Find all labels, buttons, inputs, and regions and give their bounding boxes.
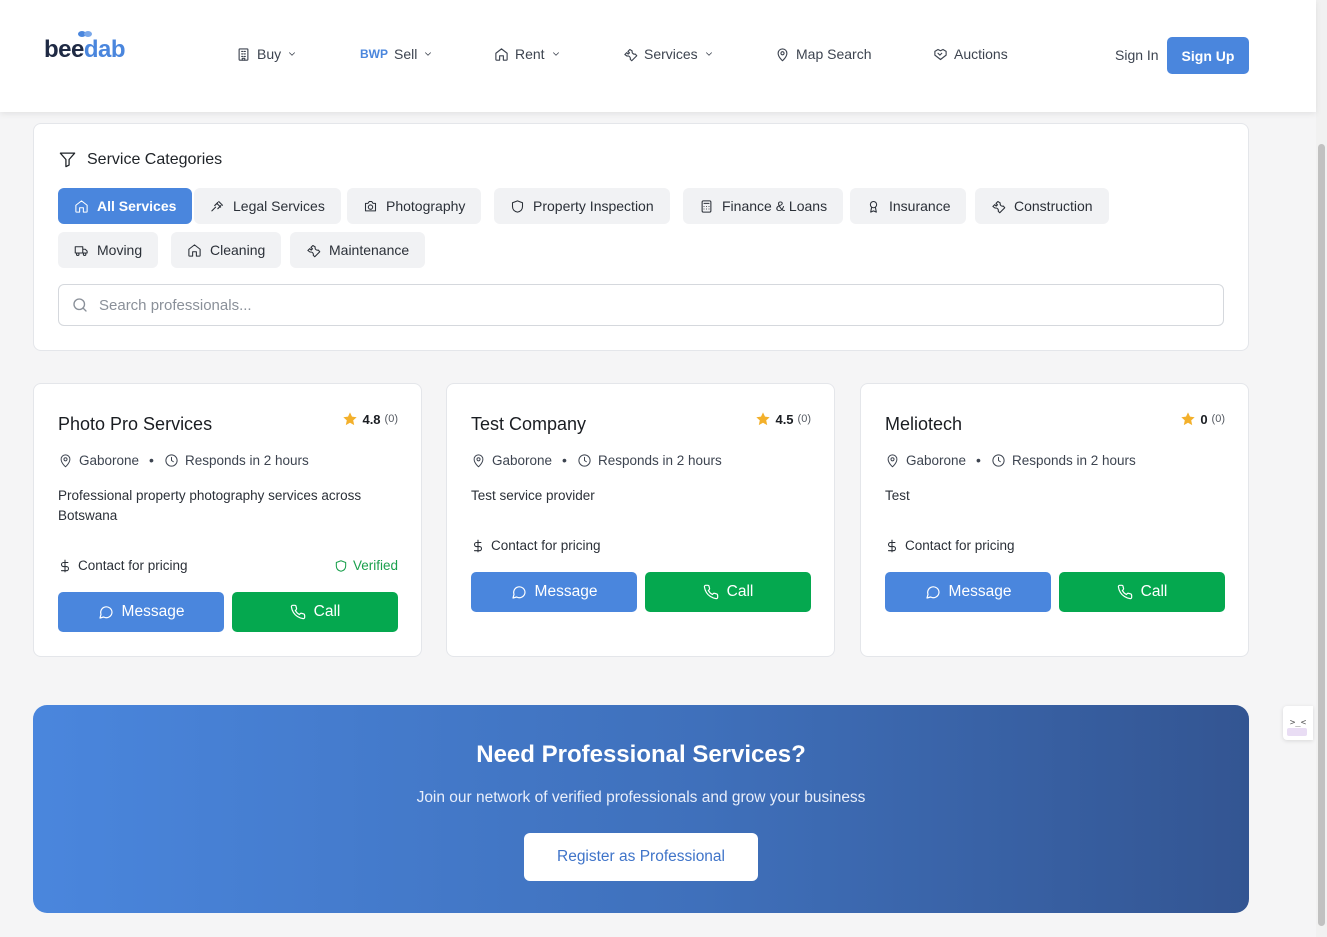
cta-title: Need Professional Services? (476, 741, 806, 768)
nav-sell[interactable]: BWP Sell (360, 46, 433, 62)
bee-wing-icon (78, 31, 92, 37)
currency-badge: BWP (360, 47, 388, 61)
clock-icon (992, 453, 1005, 467)
provider-description: Test (885, 488, 910, 503)
category-maintenance[interactable]: Maintenance (290, 232, 426, 268)
clock-icon (165, 453, 178, 467)
provider-meta: Gaborone • Responds in 2 hours (58, 452, 309, 468)
provider-pricing: Contact for pricing (885, 538, 1015, 553)
provider-description: Test service provider (471, 488, 595, 503)
shield-icon (511, 199, 524, 213)
phone-icon (1117, 584, 1132, 600)
dollar-icon (60, 559, 70, 572)
category-legal-services[interactable]: Legal Services (194, 188, 341, 224)
star-icon (1181, 412, 1195, 426)
category-finance-loans[interactable]: Finance & Loans (683, 188, 844, 224)
category-photography[interactable]: Photography (347, 188, 482, 224)
provider-meta: Gaborone • Responds in 2 hours (471, 452, 722, 468)
provider-name[interactable]: Photo Pro Services (58, 414, 212, 435)
chevron-down-icon (705, 52, 712, 56)
scrollbar-thumb[interactable] (1318, 144, 1325, 926)
category-property-inspection[interactable]: Property Inspection (494, 188, 670, 224)
wrench-icon (307, 244, 321, 257)
dollar-icon (473, 539, 483, 552)
category-all-services[interactable]: All Services (58, 188, 193, 224)
professional-cta-banner: Need Professional Services? Join our net… (33, 705, 1249, 913)
home-icon (495, 47, 508, 61)
provider-name[interactable]: Test Company (471, 414, 586, 435)
provider-card: Meliotech 0 (0) Gaborone • Responds in 2… (860, 383, 1249, 657)
gavel-icon (211, 200, 224, 211)
message-button[interactable]: Message (471, 572, 637, 612)
truck-icon (74, 245, 88, 256)
verified-badge: Verified (334, 558, 398, 573)
search-input[interactable] (99, 296, 1199, 314)
handshake-icon (934, 48, 947, 60)
nav-services[interactable]: Services (623, 46, 714, 62)
provider-rating: 4.8 (0) (342, 411, 398, 427)
category-insurance[interactable]: Insurance (850, 188, 967, 224)
message-circle-icon (925, 586, 940, 599)
map-pin-icon (777, 47, 788, 61)
call-button[interactable]: Call (232, 592, 398, 632)
wrench-icon (624, 48, 638, 61)
message-circle-icon (511, 586, 526, 599)
search-box (58, 284, 1224, 326)
star-icon (756, 412, 771, 426)
calculator-icon (701, 199, 712, 213)
building-icon (238, 47, 249, 61)
message-button[interactable]: Message (58, 592, 224, 632)
message-circle-icon (98, 606, 113, 619)
search-icon (73, 298, 87, 312)
home-icon (75, 199, 88, 213)
call-button[interactable]: Call (1059, 572, 1225, 612)
cta-subtitle: Join our network of verified professiona… (416, 789, 866, 806)
wrench-icon (992, 200, 1006, 213)
beedab-logo[interactable]: beedab (44, 31, 126, 64)
provider-name[interactable]: Meliotech (885, 414, 962, 435)
category-construction[interactable]: Construction (975, 188, 1109, 224)
provider-description: Professional property photography servic… (58, 488, 362, 523)
phone-icon (290, 604, 305, 620)
chevron-down-icon (425, 52, 432, 56)
shield-check-icon (335, 559, 347, 572)
provider-pricing: Contact for pricing (58, 558, 188, 573)
provider-rating: 0 (0) (1180, 411, 1225, 427)
chevron-down-icon (552, 52, 559, 56)
home-icon (188, 243, 201, 257)
phone-icon (703, 584, 718, 600)
chevron-down-icon (289, 52, 296, 56)
service-categories-panel: Service Categories All Services Legal Se… (33, 123, 1249, 351)
clock-icon (578, 453, 591, 467)
provider-rating: 4.5 (0) (755, 411, 811, 427)
camera-icon (364, 200, 377, 211)
nav-rent[interactable]: Rent (494, 46, 561, 62)
star-icon (343, 412, 358, 426)
provider-pricing: Contact for pricing (471, 538, 601, 553)
map-pin-icon (473, 453, 484, 467)
sign-in-link[interactable]: Sign In (1115, 47, 1159, 63)
nav-buy[interactable]: Buy (236, 46, 297, 62)
floating-widget-button[interactable]: >_< (1283, 706, 1313, 740)
site-header: beedab Buy BWP Sell Rent Services Map Se… (0, 0, 1316, 112)
filter-icon (59, 152, 76, 168)
message-button[interactable]: Message (885, 572, 1051, 612)
dollar-icon (887, 539, 897, 552)
sign-up-button[interactable]: Sign Up (1167, 37, 1249, 74)
map-pin-icon (60, 453, 71, 467)
call-button[interactable]: Call (645, 572, 811, 612)
category-cleaning[interactable]: Cleaning (171, 232, 282, 268)
nav-auctions[interactable]: Auctions (933, 46, 1008, 62)
scrollbar[interactable] (1316, 0, 1327, 937)
provider-card: Photo Pro Services 4.8 (0) Gaborone • Re… (33, 383, 422, 657)
nav-map-search[interactable]: Map Search (775, 46, 871, 62)
panel-title: Service Categories (58, 150, 222, 169)
category-moving[interactable]: Moving (58, 232, 159, 268)
register-professional-button[interactable]: Register as Professional (524, 833, 758, 881)
award-icon (869, 200, 878, 213)
provider-card: Test Company 4.5 (0) Gaborone • Responds… (446, 383, 835, 657)
provider-meta: Gaborone • Responds in 2 hours (885, 452, 1136, 468)
map-pin-icon (887, 453, 898, 467)
